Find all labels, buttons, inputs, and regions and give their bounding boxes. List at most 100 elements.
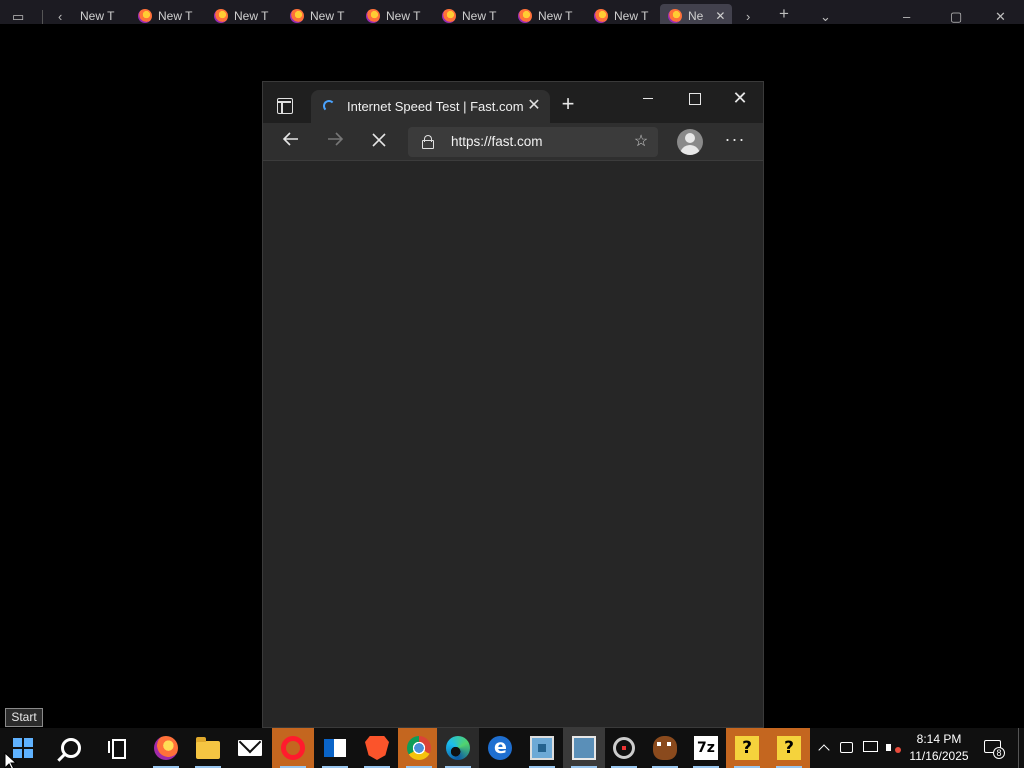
volume-muted-icon[interactable] (886, 740, 902, 756)
minimize-button[interactable] (633, 86, 663, 110)
restore-icon[interactable]: ▢ (950, 10, 962, 24)
minimize-icon[interactable]: – (903, 10, 910, 24)
network-icon[interactable] (863, 741, 878, 752)
tab-fast-com[interactable]: Internet Speed Test | Fast.com ✕ (311, 90, 550, 123)
bg-tab[interactable]: New T (138, 8, 192, 24)
taskbar-help-1[interactable]: ? (726, 728, 768, 768)
arrow-left-icon (282, 132, 298, 146)
bg-active-tab-content: Ne ✕ (668, 8, 725, 24)
outlook-icon (324, 739, 346, 757)
stop-icon (372, 133, 386, 147)
show-hidden-icons-icon[interactable] (816, 740, 832, 756)
task-view-button[interactable] (98, 728, 140, 768)
meet-now-icon[interactable] (840, 742, 853, 753)
profile-avatar[interactable] (677, 129, 703, 155)
chrome-icon (407, 736, 431, 760)
firefox-icon (138, 9, 152, 23)
bg-tab[interactable]: New T (80, 8, 114, 24)
brave-icon (365, 736, 389, 760)
bg-tab[interactable]: New T (442, 8, 496, 24)
start-tooltip: Start (5, 708, 43, 727)
list-all-tabs-icon[interactable]: ⌄ (820, 10, 831, 24)
action-center-button[interactable]: 8 (980, 738, 1005, 760)
arrow-right-icon (328, 132, 344, 146)
taskbar-opera[interactable] (272, 728, 314, 768)
firefox-icon (290, 9, 304, 23)
edge-window: Internet Speed Test | Fast.com ✕ + ✕ htt… (262, 81, 764, 728)
new-tab-button[interactable]: + (557, 93, 579, 116)
help-icon: ? (777, 736, 801, 760)
taskbar-network-app[interactable] (521, 728, 563, 768)
firefox-icon (366, 9, 380, 23)
bg-tab-label: New T (310, 9, 345, 23)
ie-icon (488, 736, 512, 760)
help-icon: ? (735, 736, 759, 760)
forward-button[interactable] (321, 129, 349, 155)
mail-icon (238, 740, 262, 756)
divider (42, 10, 43, 24)
bg-tab[interactable]: New T (290, 8, 344, 24)
7zip-icon: 7z (694, 736, 718, 760)
tab-actions-icon[interactable] (277, 98, 293, 114)
search-button[interactable] (50, 728, 92, 768)
edge-tab-bar: Internet Speed Test | Fast.com ✕ + ✕ (263, 82, 763, 123)
close-icon[interactable]: ✕ (715, 9, 725, 23)
taskbar-mail[interactable] (229, 728, 271, 768)
notification-count: 8 (993, 747, 1005, 759)
bg-tab-label: Ne (688, 9, 704, 23)
bg-tab-label: New T (538, 9, 573, 23)
background-firefox-tabstrip: ▭ ‹ New T New T New T New T New T New T … (0, 0, 1024, 24)
scroll-right-icon[interactable]: › (746, 10, 750, 24)
network-app-icon (530, 736, 554, 760)
bg-tab-label: New T (234, 9, 269, 23)
freddy-icon (653, 736, 677, 760)
bg-tab[interactable]: New T (594, 8, 648, 24)
taskbar-edge[interactable] (437, 728, 479, 768)
close-icon[interactable]: ✕ (995, 10, 1006, 24)
taskbar-help-2[interactable]: ? (768, 728, 810, 768)
new-tab-icon[interactable]: + (779, 5, 789, 22)
tab-overview-icon[interactable]: ▭ (12, 10, 24, 24)
taskbar-brave[interactable] (356, 728, 398, 768)
show-desktop-button[interactable] (1018, 728, 1024, 768)
bg-tab-label: New T (80, 9, 115, 23)
taskbar: 7z ? ? 8:14 PM 11/16/2025 8 (0, 728, 1024, 768)
close-tab-icon[interactable]: ✕ (524, 96, 544, 116)
firefox-icon (594, 9, 608, 23)
opera-icon (281, 736, 305, 760)
clock[interactable]: 8:14 PM 11/16/2025 (906, 731, 972, 765)
taskbar-tool[interactable] (603, 728, 645, 768)
taskbar-7zip[interactable]: 7z (685, 728, 727, 768)
tab-title: Internet Speed Test | Fast.com (347, 99, 524, 114)
folder-icon (196, 737, 220, 759)
bg-tab[interactable]: New T (366, 8, 420, 24)
stop-loading-button[interactable] (365, 129, 393, 155)
person-icon (685, 133, 695, 143)
taskbar-game[interactable] (644, 728, 686, 768)
scroll-left-icon[interactable]: ‹ (58, 10, 62, 24)
add-favorite-icon[interactable]: ☆ (630, 132, 652, 152)
taskbar-internet-explorer[interactable] (479, 728, 521, 768)
back-button[interactable] (277, 129, 305, 155)
bg-tab[interactable]: New T (214, 8, 268, 24)
lock-icon[interactable] (422, 135, 434, 149)
bg-tab[interactable]: New T (518, 8, 572, 24)
taskbar-network-app-2[interactable] (563, 728, 605, 768)
tool-icon (613, 737, 635, 759)
maximize-button[interactable] (679, 86, 709, 110)
close-window-button[interactable]: ✕ (725, 86, 755, 110)
firefox-icon (442, 9, 456, 23)
firefox-icon (668, 9, 682, 23)
address-bar[interactable]: https://fast.com ☆ (408, 127, 658, 157)
more-options-button[interactable]: ··· (721, 128, 749, 154)
clock-date: 11/16/2025 (909, 749, 969, 763)
firefox-icon (518, 9, 532, 23)
taskbar-file-explorer[interactable] (187, 728, 229, 768)
taskbar-outlook[interactable] (314, 728, 356, 768)
desktop: ▭ ‹ New T New T New T New T New T New T … (0, 0, 1024, 768)
taskbar-chrome[interactable] (398, 728, 440, 768)
edge-icon (446, 736, 470, 760)
taskbar-firefox[interactable] (145, 728, 187, 768)
page-content[interactable] (263, 161, 763, 727)
url-text[interactable]: https://fast.com (451, 134, 543, 149)
